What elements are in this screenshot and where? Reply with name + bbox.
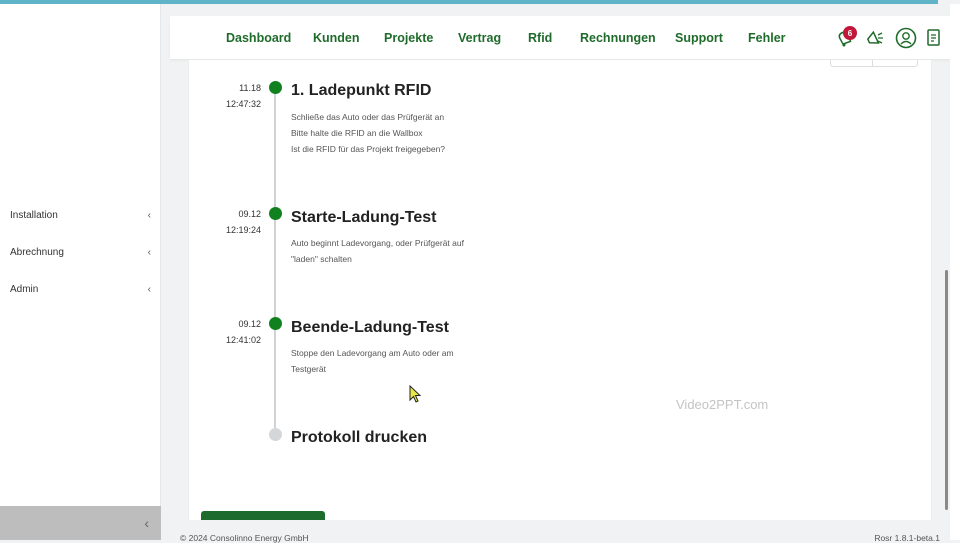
timeline-time: 12:19:24	[225, 225, 261, 235]
sidebar-item-label: Abrechnung	[10, 246, 64, 258]
timeline-dot-done	[269, 207, 282, 220]
timeline-step-description: Schließe das Auto oder das Prüfgerät an …	[291, 112, 446, 154]
timeline-line	[274, 88, 276, 436]
timeline-step-title: Starte-Ladung-Test	[291, 209, 437, 226]
mouse-cursor-icon	[409, 385, 422, 403]
sidebar-item-abrechnung[interactable]: Abrechnung ‹	[0, 239, 161, 265]
megaphone-icon[interactable]	[864, 27, 886, 49]
sidebar-item-admin[interactable]: Admin ‹	[0, 276, 161, 302]
nav-support[interactable]: Support	[675, 31, 723, 45]
footer: © 2024 Consolinno Energy GmbH Rosr 1.8.1…	[170, 520, 950, 543]
nav-kunden[interactable]: Kunden	[313, 31, 360, 45]
nav-dashboard[interactable]: Dashboard	[226, 31, 291, 45]
notification-badge: 6	[843, 26, 857, 40]
chevron-left-icon: ‹	[147, 283, 151, 295]
sidebar-item-label: Admin	[10, 283, 39, 295]
nav-rechnungen[interactable]: Rechnungen	[580, 31, 656, 45]
timeline-time: 12:47:32	[225, 99, 261, 109]
timeline-dot-pending	[269, 428, 282, 441]
timeline-timestamp: 09.12 12:41:02	[205, 316, 261, 348]
timeline-step-title: Beende-Ladung-Test	[291, 319, 449, 336]
watermark: Video2PPT.com	[676, 397, 769, 412]
sidebar: Installation ‹ Abrechnung ‹ Admin ‹ ‹	[0, 4, 161, 540]
nav-rfid[interactable]: Rfid	[528, 31, 552, 45]
sidebar-collapse-button[interactable]: ‹	[0, 506, 161, 540]
timeline-time: 12:41:02	[225, 335, 261, 345]
user-icon[interactable]	[895, 27, 917, 49]
timeline-date: 09.12	[238, 209, 261, 219]
chevron-left-icon: ‹	[144, 515, 149, 531]
nav-vertrag[interactable]: Vertrag	[458, 31, 501, 45]
sidebar-item-label: Installation	[10, 209, 58, 221]
sidebar-item-installation[interactable]: Installation ‹	[0, 202, 161, 228]
timeline-step-description: Stoppe den Ladevorgang am Auto oder am T…	[291, 348, 454, 374]
document-icon[interactable]	[923, 27, 945, 49]
timeline-date: 09.12	[238, 319, 261, 329]
footer-version: Rosr 1.8.1-beta.1	[874, 533, 940, 543]
print-protocol-button[interactable]	[201, 511, 325, 520]
timeline-timestamp: 09.12 12:19:24	[205, 206, 261, 238]
scrollbar[interactable]	[945, 270, 948, 510]
window-edge	[950, 4, 960, 540]
timeline-step-description: Auto beginnt Ladevorgang, oder Prüfgerät…	[291, 238, 464, 264]
nav-fehler[interactable]: Fehler	[748, 31, 786, 45]
timeline-timestamp: 11.18 12:47:32	[205, 80, 261, 112]
timeline-step-title: 1. Ladepunkt RFID	[291, 82, 432, 99]
nav-projekte[interactable]: Projekte	[384, 31, 433, 45]
footer-copyright: © 2024 Consolinno Energy GmbH	[180, 533, 309, 543]
timeline-step-title: Protokoll drucken	[291, 429, 428, 446]
chevron-left-icon: ‹	[147, 246, 151, 258]
top-button-group[interactable]	[830, 60, 918, 67]
chevron-left-icon: ‹	[147, 209, 151, 221]
top-navbar: Dashboard Kunden Projekte Vertrag Rfid R…	[170, 16, 950, 60]
timeline-dot-done	[269, 81, 282, 94]
timeline-date: 11.18	[239, 83, 261, 93]
timeline-dot-done	[269, 317, 282, 330]
